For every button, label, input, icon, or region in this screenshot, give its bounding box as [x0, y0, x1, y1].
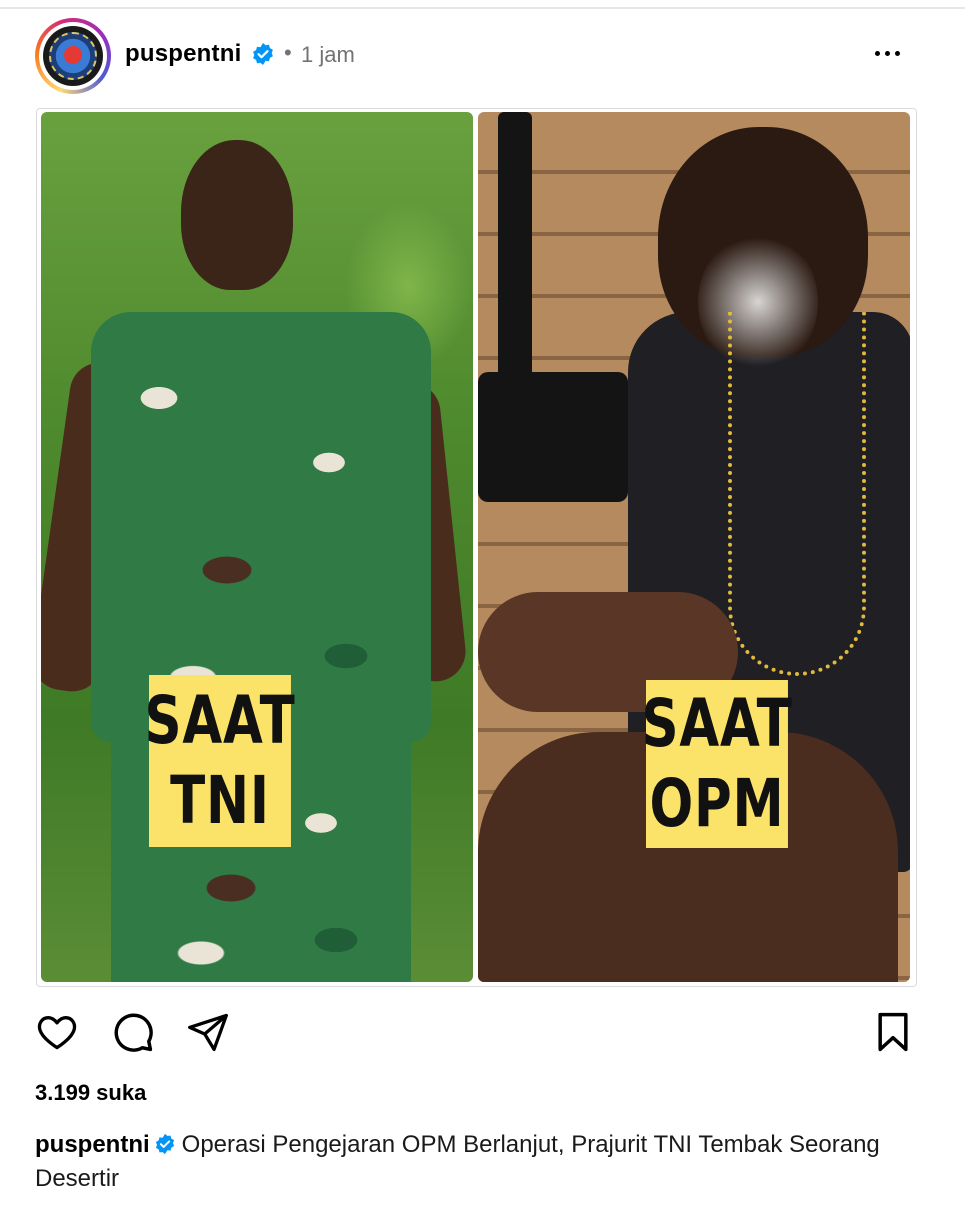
verified-badge-icon: [253, 43, 273, 65]
separator-dot: •: [284, 40, 292, 65]
photo-opm: SAAT OPM: [478, 112, 910, 982]
top-divider: [0, 7, 965, 9]
bookmark-icon: [878, 1012, 908, 1052]
share-button[interactable]: [186, 1010, 230, 1054]
caption-username[interactable]: puspentni: [35, 1131, 150, 1158]
more-options-button[interactable]: [867, 38, 907, 68]
label-saat-opm: SAAT OPM: [641, 680, 792, 848]
post-actions: [35, 1010, 915, 1054]
post-caption: puspentni Operasi Pengejaran OPM Berlanj…: [35, 1128, 895, 1196]
verified-badge-icon: [155, 1133, 174, 1155]
heart-icon: [37, 1016, 77, 1050]
avatar[interactable]: [35, 18, 111, 94]
label-saat-tni: SAAT TNI: [144, 675, 295, 847]
comment-icon: [114, 1013, 153, 1052]
likes-count[interactable]: 3.199 suka: [35, 1080, 146, 1106]
save-button[interactable]: [871, 1010, 915, 1054]
more-icon: [874, 50, 880, 56]
like-button[interactable]: [35, 1010, 79, 1054]
send-icon: [188, 1013, 228, 1052]
post-username[interactable]: puspentni: [125, 40, 241, 68]
post-media[interactable]: SAAT TNI SAAT OPM: [36, 108, 917, 987]
post-time[interactable]: 1 jam: [301, 42, 355, 68]
avatar-image: [43, 26, 103, 86]
comment-button[interactable]: [111, 1010, 155, 1054]
post-header: puspentni • 1 jam: [35, 18, 915, 94]
photo-soldier-tni: SAAT TNI: [41, 112, 473, 982]
